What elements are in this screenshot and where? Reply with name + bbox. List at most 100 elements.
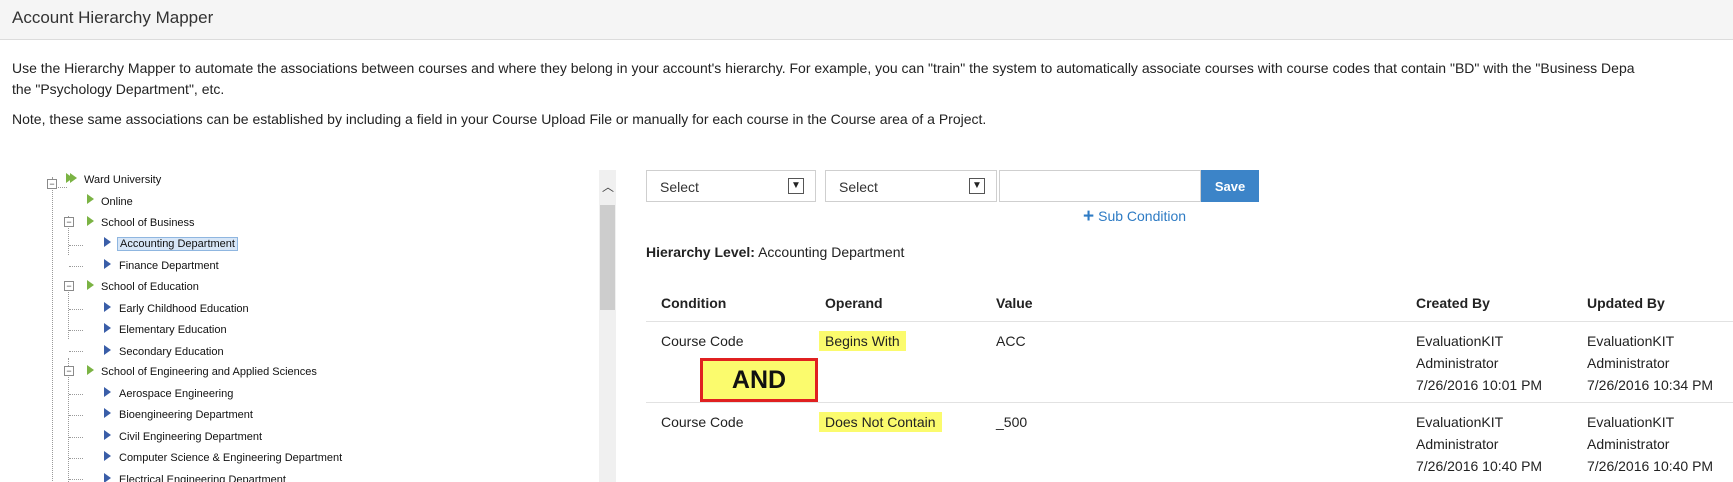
- updated-by-name: EvaluationKIT: [1587, 333, 1675, 349]
- cell-updated-by: EvaluationKIT Administrator 7/26/2016 10…: [1587, 330, 1713, 396]
- tree-node-aerospace-engineering[interactable]: Aerospace Engineering: [118, 386, 234, 402]
- cell-condition: Course Code: [661, 414, 744, 430]
- folder-green-icon: [87, 280, 94, 290]
- cell-condition: Course Code: [661, 333, 744, 349]
- updated-by-role: Administrator: [1587, 436, 1670, 452]
- column-header-operand: Operand: [825, 295, 883, 311]
- folder-green-icon: [87, 194, 94, 204]
- folder-green-icon: [87, 216, 94, 226]
- tree-node-online[interactable]: Online: [100, 194, 134, 210]
- row-divider: [646, 321, 1733, 322]
- tree-node-school-of-education[interactable]: School of Education: [100, 279, 200, 295]
- hierarchy-level-label: Hierarchy Level:: [646, 244, 755, 260]
- tree-connector: [69, 458, 83, 459]
- tree-connector: [69, 351, 83, 352]
- tree-connector: [69, 330, 83, 331]
- intro-paragraph-1: Use the Hierarchy Mapper to automate the…: [12, 58, 1733, 100]
- tree-node-ward-university[interactable]: Ward University: [83, 172, 162, 188]
- updated-date: 7/26/2016 10:34 PM: [1587, 377, 1714, 393]
- operand-highlight: Does Not Contain: [819, 412, 942, 432]
- value-input[interactable]: [999, 170, 1201, 202]
- operand-select[interactable]: Select ▼: [825, 170, 997, 202]
- updated-by-role: Administrator: [1587, 355, 1670, 371]
- tree-node-school-of-engineering[interactable]: School of Engineering and Applied Scienc…: [100, 364, 318, 380]
- and-joiner-badge: AND: [700, 358, 818, 402]
- tree-scrollbar[interactable]: ︿: [599, 170, 616, 482]
- created-by-name: EvaluationKIT: [1416, 414, 1504, 430]
- save-button[interactable]: Save: [1201, 170, 1259, 202]
- plus-icon: +: [1083, 206, 1095, 227]
- operand-highlight: Begins With: [819, 331, 906, 351]
- folder-blue-icon: [104, 237, 111, 247]
- tree-node-accounting-department[interactable]: Accounting Department: [117, 236, 238, 252]
- cell-value: _500: [996, 414, 1028, 430]
- column-header-value: Value: [996, 295, 1033, 311]
- tree-connector: [69, 437, 83, 438]
- chevron-down-icon[interactable]: ▼: [788, 178, 804, 194]
- scroll-up-icon[interactable]: ︿: [602, 181, 614, 193]
- collapse-icon[interactable]: −: [47, 179, 57, 189]
- condition-select[interactable]: Select ▼: [646, 170, 816, 202]
- tree-connector: [69, 266, 83, 267]
- cell-created-by: EvaluationKIT Administrator 7/26/2016 10…: [1416, 411, 1542, 477]
- row-divider: [646, 402, 1733, 403]
- tree-node-electrical-engineering-department[interactable]: Electrical Engineering Department: [118, 472, 287, 482]
- folder-blue-icon: [104, 302, 111, 312]
- intro-text: Use the Hierarchy Mapper to automate the…: [12, 58, 1733, 130]
- chevron-down-icon[interactable]: ▼: [969, 178, 985, 194]
- folder-green-icon: [87, 365, 94, 375]
- cell-operand: Does Not Contain: [819, 411, 942, 433]
- created-by-name: EvaluationKIT: [1416, 333, 1504, 349]
- sub-condition-label: Sub Condition: [1098, 208, 1187, 224]
- updated-date: 7/26/2016 10:40 PM: [1587, 458, 1714, 474]
- hierarchy-tree: − Ward University Online − School of Bus…: [0, 165, 600, 482]
- tree-connector: [69, 479, 83, 480]
- tree-connector: [69, 245, 83, 246]
- scrollbar-thumb[interactable]: [600, 205, 615, 310]
- folder-blue-icon: [104, 259, 111, 269]
- cell-value: ACC: [996, 333, 1026, 349]
- tree-node-computer-science-department[interactable]: Computer Science & Engineering Departmen…: [118, 450, 343, 466]
- tree-node-finance-department[interactable]: Finance Department: [118, 258, 220, 274]
- tree-node-bioengineering-department[interactable]: Bioengineering Department: [118, 407, 254, 423]
- folder-blue-icon: [104, 323, 111, 333]
- folder-blue-icon: [104, 387, 111, 397]
- folder-blue-icon: [104, 430, 111, 440]
- tree-connector: [69, 309, 83, 310]
- column-header-condition: Condition: [661, 295, 727, 311]
- tree-node-elementary-education[interactable]: Elementary Education: [118, 322, 228, 338]
- cell-operand: Begins With: [819, 330, 906, 352]
- collapse-icon[interactable]: −: [64, 281, 74, 291]
- collapse-icon[interactable]: −: [64, 366, 74, 376]
- folder-green-icon: [70, 173, 77, 183]
- cell-updated-by: EvaluationKIT Administrator 7/26/2016 10…: [1587, 411, 1713, 477]
- tree-connector: [69, 415, 83, 416]
- condition-select-value: Select: [660, 179, 699, 195]
- folder-blue-icon: [104, 408, 111, 418]
- cell-created-by: EvaluationKIT Administrator 7/26/2016 10…: [1416, 330, 1542, 396]
- column-header-updated-by: Updated By: [1587, 295, 1665, 311]
- tree-node-secondary-education[interactable]: Secondary Education: [118, 344, 225, 360]
- tree-node-early-childhood-education[interactable]: Early Childhood Education: [118, 301, 250, 317]
- folder-blue-icon: [104, 345, 111, 355]
- updated-by-name: EvaluationKIT: [1587, 414, 1675, 430]
- created-date: 7/26/2016 10:40 PM: [1416, 458, 1543, 474]
- intro-line-1: Use the Hierarchy Mapper to automate the…: [12, 60, 1635, 76]
- tree-connector: [52, 177, 53, 482]
- intro-line-2: the "Psychology Department", etc.: [12, 81, 225, 97]
- created-by-role: Administrator: [1416, 436, 1499, 452]
- collapse-icon[interactable]: −: [64, 217, 74, 227]
- created-by-role: Administrator: [1416, 355, 1499, 371]
- folder-blue-icon: [104, 451, 111, 461]
- page-title: Account Hierarchy Mapper: [12, 8, 214, 27]
- sub-condition-link[interactable]: + Sub Condition: [1083, 205, 1186, 227]
- operand-select-value: Select: [839, 179, 878, 195]
- tree-connector: [69, 394, 83, 395]
- hierarchy-level: Hierarchy Level: Accounting Department: [646, 244, 904, 260]
- folder-blue-icon: [104, 473, 111, 482]
- created-date: 7/26/2016 10:01 PM: [1416, 377, 1543, 393]
- tree-node-civil-engineering-department[interactable]: Civil Engineering Department: [118, 429, 263, 445]
- tree-connector: [68, 358, 69, 482]
- tree-node-school-of-business[interactable]: School of Business: [100, 215, 196, 231]
- intro-paragraph-2: Note, these same associations can be est…: [12, 111, 987, 127]
